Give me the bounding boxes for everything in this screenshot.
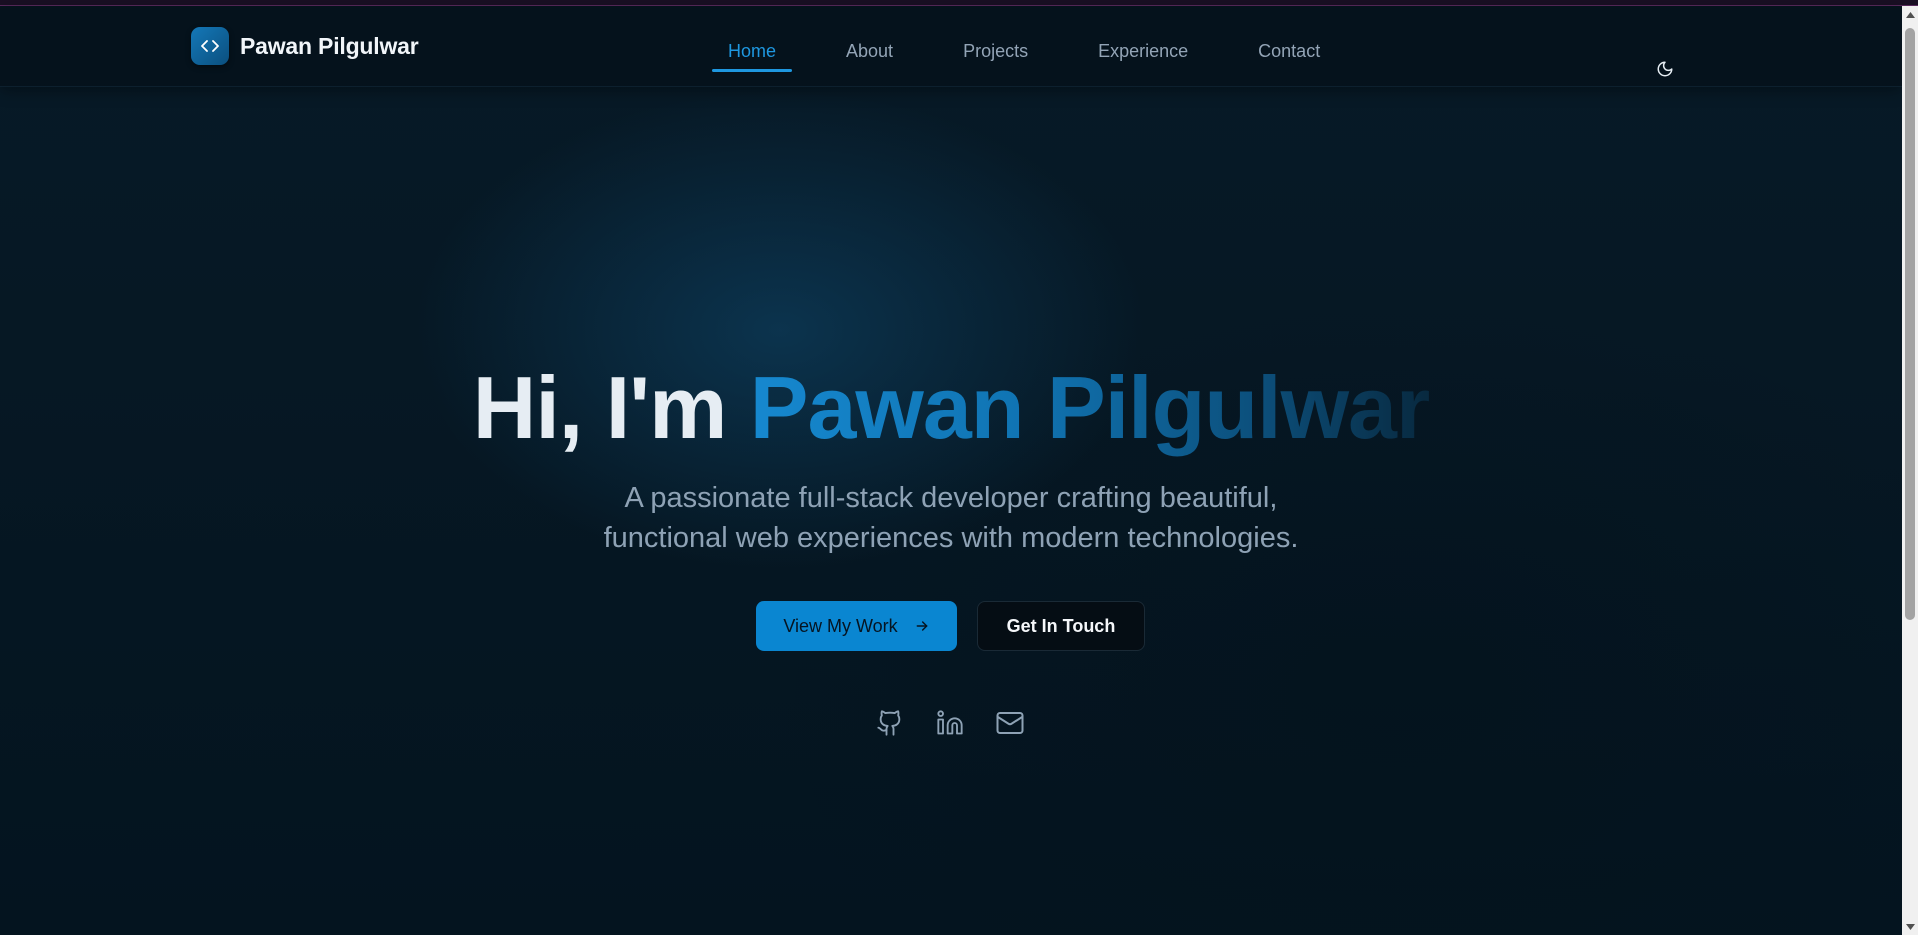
- view-my-work-label: View My Work: [783, 615, 898, 636]
- arrow-right-icon: [914, 618, 930, 634]
- view-my-work-button[interactable]: View My Work: [756, 601, 957, 651]
- nav-link-home[interactable]: Home: [712, 26, 793, 72]
- scroll-up-arrow-icon[interactable]: [1902, 6, 1918, 23]
- scroll-down-arrow-icon[interactable]: [1902, 918, 1918, 935]
- moon-icon: [1656, 60, 1674, 83]
- github-icon: [876, 709, 904, 742]
- brand-name: Pawan Pilgulwar: [240, 32, 419, 59]
- code-brackets-icon: [191, 27, 229, 65]
- github-link[interactable]: [873, 708, 907, 742]
- linkedin-link[interactable]: [933, 708, 967, 742]
- nav-links: Home About Projects Experience Contact: [712, 26, 1336, 72]
- navbar: Pawan Pilgulwar Home About Projects Expe…: [0, 6, 1902, 87]
- nav-link-contact[interactable]: Contact: [1242, 26, 1336, 72]
- get-in-touch-button[interactable]: Get In Touch: [977, 601, 1145, 651]
- cta-row: View My Work Get In Touch: [756, 601, 1145, 651]
- nav-link-experience[interactable]: Experience: [1082, 26, 1204, 72]
- vertical-scrollbar[interactable]: [1902, 6, 1918, 935]
- scrollbar-thumb[interactable]: [1905, 28, 1915, 620]
- hero-subtitle-line1: A passionate full-stack developer crafti…: [624, 482, 1278, 514]
- mail-icon: [995, 708, 1025, 743]
- linkedin-icon: [936, 709, 964, 742]
- theme-toggle-button[interactable]: [1652, 58, 1678, 84]
- nav-link-about[interactable]: About: [830, 26, 909, 72]
- nav-link-projects[interactable]: Projects: [947, 26, 1044, 72]
- brand[interactable]: Pawan Pilgulwar: [191, 26, 419, 66]
- hero-name: Pawan Pilgulwar: [749, 358, 1430, 457]
- mail-link[interactable]: [993, 708, 1027, 742]
- hero-title: Hi, I'm Pawan Pilgulwar: [0, 358, 1902, 458]
- hero-subtitle-line2: functional web experiences with modern t…: [603, 522, 1299, 554]
- hero-subtitle: A passionate full-stack developer crafti…: [451, 478, 1451, 558]
- page: Pawan Pilgulwar Home About Projects Expe…: [0, 0, 1918, 935]
- social-links: [873, 708, 1027, 742]
- hero-greeting: Hi, I'm: [472, 358, 728, 457]
